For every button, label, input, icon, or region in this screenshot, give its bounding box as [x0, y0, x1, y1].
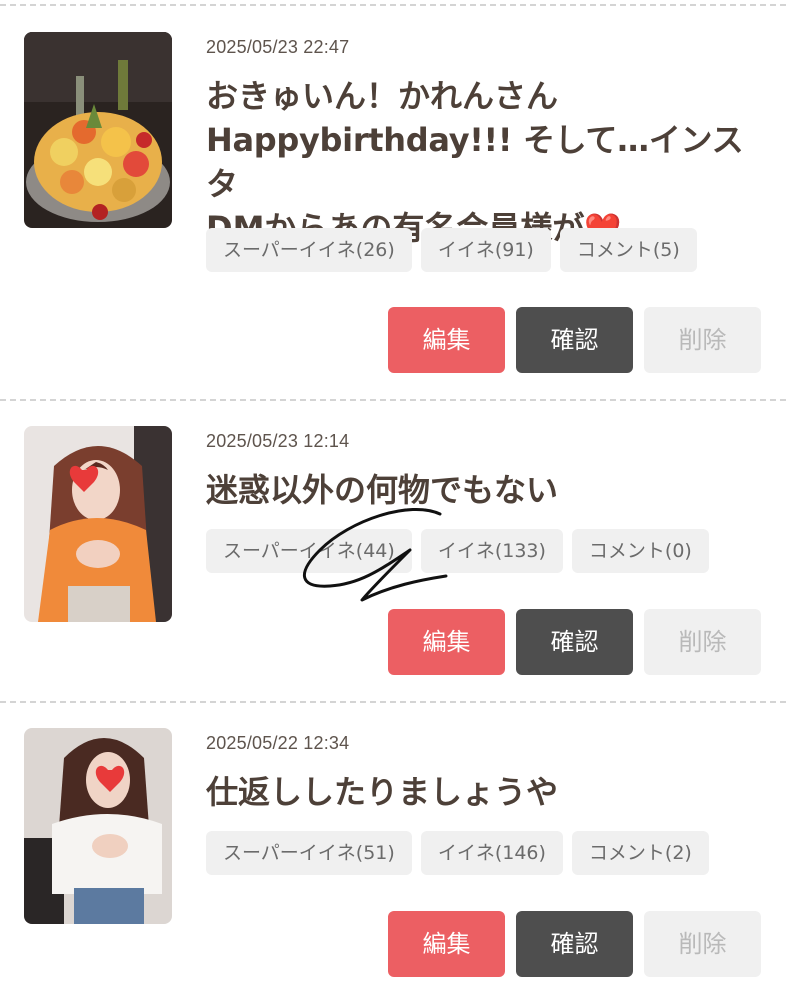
- reaction-tags: スーパーイイネ(26) イイネ(91) コメント(5): [206, 228, 697, 272]
- like-count: イイネ(146): [420, 831, 563, 875]
- post-title-line: 仕返ししたりましょうや: [206, 773, 559, 811]
- confirm-button[interactable]: 確認: [516, 911, 633, 977]
- comment-count: コメント(5): [559, 228, 697, 272]
- post-actions: 編集 確認 削除: [388, 911, 761, 977]
- post-actions: 編集 確認 削除: [388, 609, 761, 675]
- post-title[interactable]: おきゅいん！かれんさん Happybirthday!!! そして…インスタ DM…: [206, 74, 766, 252]
- delete-button[interactable]: 削除: [644, 911, 761, 977]
- post-date: 2025/05/23 12:14: [206, 431, 350, 451]
- divider-1: [0, 399, 786, 401]
- post-title-line: おきゅいん！かれんさん: [206, 77, 559, 115]
- edit-button[interactable]: 編集: [388, 911, 505, 977]
- edit-button[interactable]: 編集: [388, 609, 505, 675]
- post-date: 2025/05/22 12:34: [206, 733, 350, 753]
- delete-button[interactable]: 削除: [644, 609, 761, 675]
- divider-2: [0, 701, 786, 703]
- divider-top: [0, 4, 786, 6]
- scribble-annotation: [302, 508, 448, 602]
- post-title[interactable]: 仕返ししたりましょうや: [206, 770, 766, 814]
- edit-button[interactable]: 編集: [388, 307, 505, 373]
- post-date: 2025/05/23 22:47: [206, 37, 350, 57]
- delete-button[interactable]: 削除: [644, 307, 761, 373]
- comment-count: コメント(2): [571, 831, 709, 875]
- comment-count: コメント(0): [571, 529, 709, 573]
- post-thumbnail[interactable]: [24, 32, 172, 228]
- post-thumbnail[interactable]: [24, 426, 172, 622]
- post-title-line: Happybirthday!!! そして…インスタ: [206, 121, 744, 203]
- post-actions: 編集 確認 削除: [388, 307, 761, 373]
- super-like-count: スーパーイイネ(26): [206, 228, 412, 272]
- confirm-button[interactable]: 確認: [516, 307, 633, 373]
- super-like-count: スーパーイイネ(51): [206, 831, 412, 875]
- like-count: イイネ(91): [420, 228, 551, 272]
- post-thumbnail[interactable]: [24, 728, 172, 924]
- reaction-tags: スーパーイイネ(51) イイネ(146) コメント(2): [206, 831, 709, 875]
- confirm-button[interactable]: 確認: [516, 609, 633, 675]
